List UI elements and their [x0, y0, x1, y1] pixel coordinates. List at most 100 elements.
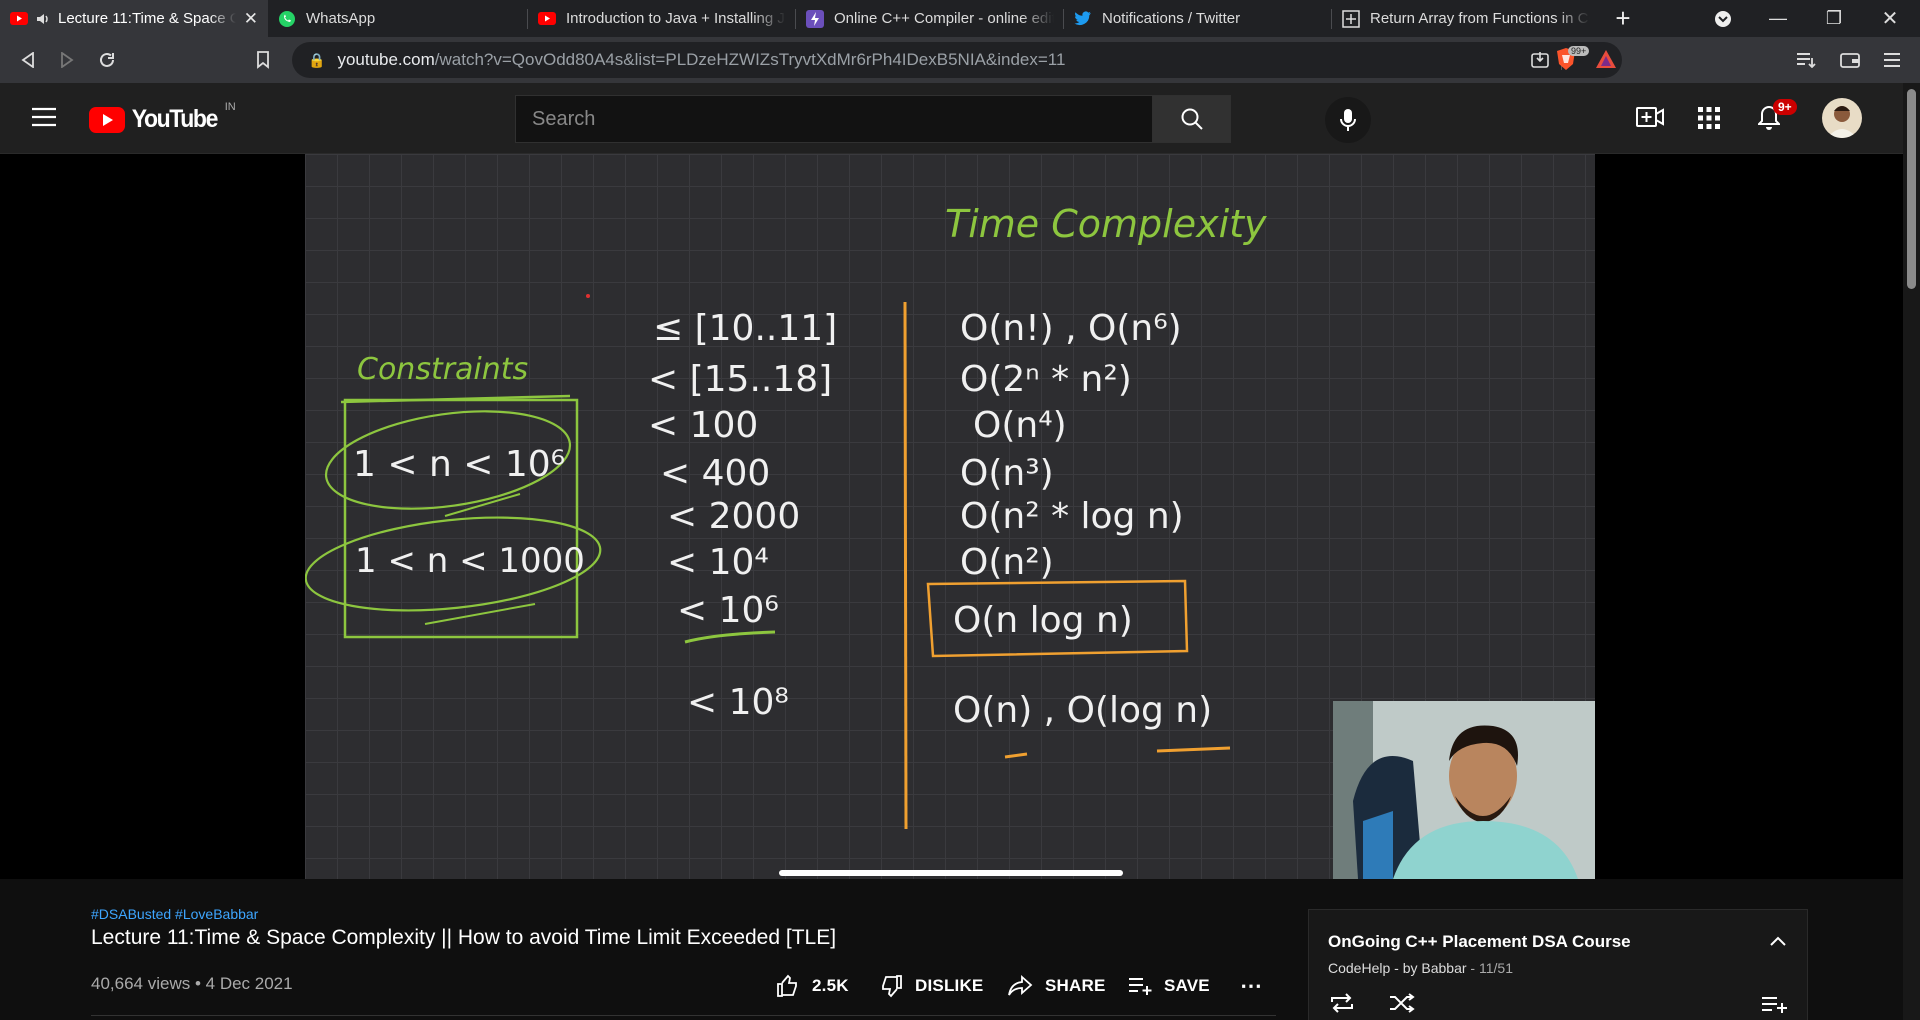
playlist-channel[interactable]: CodeHelp - by Babbar — [1328, 960, 1467, 976]
board-title: Time Complexity — [945, 202, 1267, 246]
notifications-bell-icon[interactable]: 9+ — [1756, 99, 1797, 136]
voice-search-button[interactable] — [1325, 97, 1371, 143]
notifications-badge: 9+ — [1773, 99, 1797, 115]
new-tab-button[interactable]: + — [1600, 0, 1646, 37]
like-button[interactable]: 2.5K — [776, 971, 849, 1001]
save-label: SAVE — [1164, 976, 1210, 995]
limit-row: ≤ [10..11] — [653, 308, 837, 349]
video-hashtags[interactable]: #DSABusted #LoveBabbar — [91, 906, 258, 922]
search-button[interactable] — [1152, 96, 1230, 142]
tab-title: Introduction to Java + Installing Java — [566, 10, 786, 27]
presenter-webcam — [1333, 701, 1595, 879]
dislike-label: DISLIKE — [915, 976, 984, 995]
reload-button[interactable] — [89, 42, 125, 78]
search-input[interactable] — [516, 96, 1152, 142]
dislike-button[interactable]: DISLIKE — [879, 971, 983, 1001]
limit-row: < 10⁴ — [667, 542, 769, 583]
install-app-icon[interactable] — [1530, 50, 1550, 75]
forward-button[interactable] — [49, 42, 85, 78]
constraint-1: 1 < n < 10⁶ — [353, 444, 565, 485]
scrollbar-thumb[interactable] — [1907, 89, 1916, 289]
browser-menu-icon[interactable] — [1874, 42, 1910, 78]
video-title: Lecture 11:Time & Space Complexity || Ho… — [91, 926, 837, 949]
limits-column: ≤ [10..11] < [15..18] < 100 < 400 < 2000… — [648, 308, 837, 723]
whatsapp-icon — [278, 10, 296, 28]
minimize-button[interactable]: — — [1750, 0, 1806, 37]
back-button[interactable] — [10, 42, 46, 78]
country-code: IN — [224, 101, 236, 113]
youtube-icon — [538, 10, 556, 28]
playlist-position: 11/51 — [1478, 960, 1513, 976]
complexities-column: O(n!) , O(n⁶) O(2ⁿ * n²) O(n⁴) O(n³) O(n… — [953, 308, 1212, 731]
lock-icon: 🔒 — [308, 51, 326, 68]
tab-java-intro[interactable]: Introduction to Java + Installing Java — [528, 0, 796, 37]
compiler-icon — [806, 9, 824, 28]
tab-return-array[interactable]: Return Array from Functions in C++ — [1332, 0, 1600, 37]
thumbs-down-icon — [882, 975, 902, 998]
brave-shields-icon[interactable]: 99+ — [1555, 46, 1590, 73]
complexity-row: O(n!) , O(n⁶) — [960, 308, 1182, 349]
tab-lecture[interactable]: Lecture 11:Time & Space Complexity ✕ — [0, 0, 268, 37]
loop-playlist-icon[interactable] — [1328, 992, 1356, 1019]
browser-toolbar: 🔒 youtube.com/watch?v=QovOdd80A4s&list=P… — [0, 37, 1920, 83]
tab-title: Online C++ Compiler - online editor — [834, 10, 1054, 27]
youtube-logo-text: YouTube — [131, 105, 219, 133]
page-scrollbar[interactable] — [1903, 83, 1920, 1020]
thumbs-up-icon — [777, 974, 797, 997]
video-meta: 40,664 views • 4 Dec 2021 — [91, 974, 293, 993]
more-icon: ⋯ — [1240, 973, 1263, 998]
tab-title: WhatsApp — [306, 10, 376, 27]
playlist-title[interactable]: OnGoing C++ Placement DSA Course — [1328, 932, 1631, 952]
video-player[interactable]: Time Complexity Constraints 1 < n < 10⁶ … — [0, 154, 1903, 879]
shuffle-playlist-icon[interactable] — [1388, 992, 1416, 1019]
restore-button[interactable]: ❐ — [1806, 0, 1862, 37]
speaker-icon[interactable] — [34, 10, 52, 28]
like-count: 2.5K — [812, 976, 849, 995]
tab-title: Return Array from Functions in C++ — [1370, 10, 1590, 27]
view-count: 40,664 views — [91, 974, 191, 993]
tab-whatsapp[interactable]: WhatsApp — [268, 0, 528, 37]
tab-cpp-compiler[interactable]: Online C++ Compiler - online editor — [796, 0, 1064, 37]
bookmark-icon[interactable] — [245, 42, 281, 78]
brave-rewards-icon[interactable] — [1595, 49, 1617, 74]
complexity-row: O(n³) — [960, 453, 1054, 494]
video-info: #DSABusted #LoveBabbar Lecture 11:Time &… — [0, 879, 1903, 1020]
collapse-playlist-icon[interactable] — [1769, 934, 1787, 952]
close-window-button[interactable]: ✕ — [1862, 0, 1918, 37]
tab-title: Notifications / Twitter — [1102, 10, 1241, 27]
url-path: /watch?v=QovOdd80A4s&list=PLDzeHZWIZsTry… — [434, 50, 1066, 69]
create-video-icon[interactable] — [1636, 105, 1664, 134]
share-label: SHARE — [1045, 976, 1106, 995]
avatar[interactable] — [1822, 98, 1862, 138]
youtube-header: YouTube IN 9+ — [0, 83, 1903, 154]
complexity-row: O(n⁴) — [973, 405, 1067, 446]
youtube-logo[interactable]: YouTube IN — [89, 101, 236, 134]
wallet-icon[interactable] — [1832, 42, 1868, 78]
player-progress-indicator[interactable] — [779, 870, 1123, 876]
publish-date: 4 Dec 2021 — [205, 974, 293, 993]
address-bar[interactable]: 🔒 youtube.com/watch?v=QovOdd80A4s&list=P… — [292, 42, 1622, 78]
complexity-row: O(n log n) — [953, 600, 1133, 641]
save-button[interactable]: SAVE — [1128, 971, 1210, 1001]
close-tab-icon[interactable]: ✕ — [244, 9, 258, 29]
complexity-row: O(2ⁿ * n²) — [960, 359, 1132, 400]
constraints-label: Constraints — [357, 352, 528, 387]
limit-row: < 10⁶ — [677, 590, 779, 631]
complexity-row: O(n²) — [960, 542, 1054, 583]
limit-row: < [15..18] — [648, 359, 832, 400]
save-playlist-icon[interactable] — [1761, 996, 1787, 1019]
hamburger-menu-icon[interactable] — [32, 107, 56, 132]
complexity-row: O(n² * log n) — [960, 496, 1184, 537]
limit-row: < 2000 — [667, 496, 800, 537]
share-button[interactable]: SHARE — [1007, 971, 1106, 1001]
tab-search-button[interactable] — [1695, 0, 1751, 37]
brave-badge: 99+ — [1568, 46, 1590, 56]
more-actions-button[interactable]: ⋯ — [1240, 971, 1262, 1001]
tab-twitter[interactable]: Notifications / Twitter — [1064, 0, 1332, 37]
twitter-icon — [1074, 10, 1092, 28]
complexity-row: O(n) , O(log n) — [953, 690, 1212, 731]
playlist-panel: OnGoing C++ Placement DSA Course CodeHel… — [1308, 909, 1808, 1020]
reading-list-icon[interactable] — [1788, 42, 1824, 78]
limit-row: < 400 — [660, 453, 770, 494]
apps-grid-icon[interactable] — [1698, 107, 1720, 134]
